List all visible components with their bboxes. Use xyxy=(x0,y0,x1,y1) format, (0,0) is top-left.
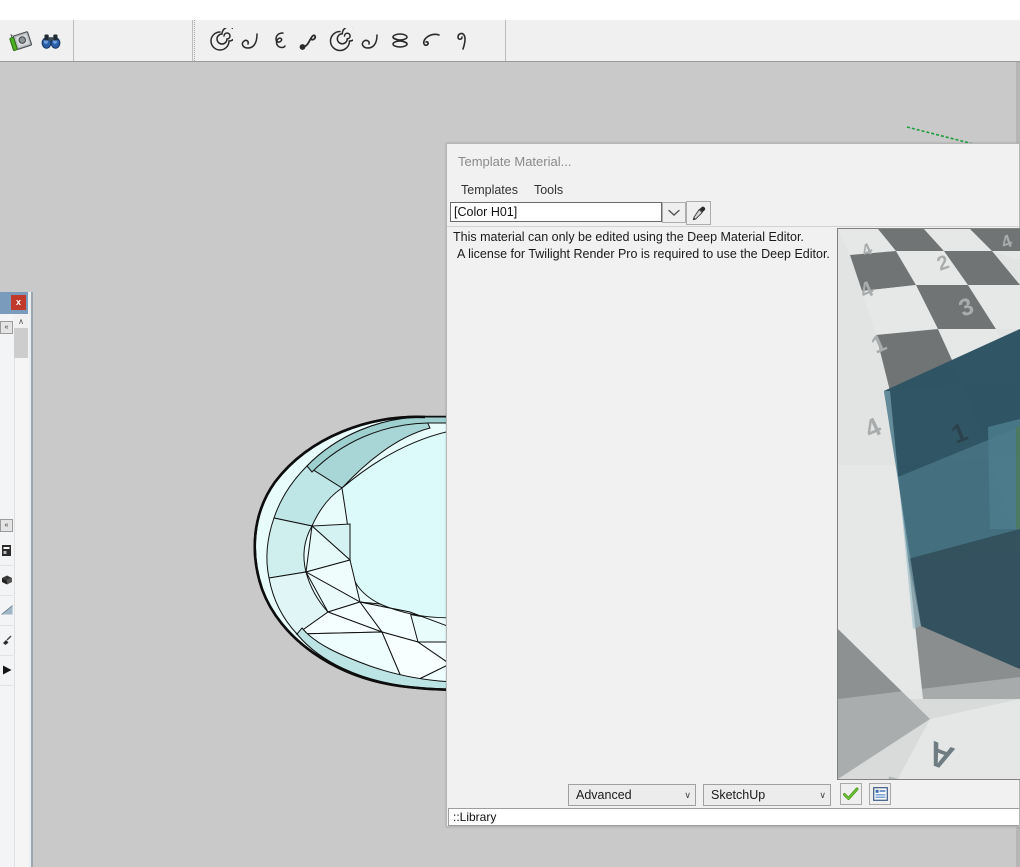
title-area xyxy=(0,0,1020,20)
engine-select-value: SketchUp xyxy=(711,788,766,802)
tray-header: x xyxy=(0,292,28,314)
tray-tool-box-icon[interactable] xyxy=(0,565,13,596)
toolbar-group-curve-tools xyxy=(194,20,506,61)
checkmark-icon xyxy=(843,787,859,800)
eyedropper-button[interactable] xyxy=(686,201,711,225)
curve-hook-icon[interactable] xyxy=(235,26,265,56)
dialog-bottom-bar: Advanced ∨ SketchUp ∨ xyxy=(447,780,1019,810)
tray-tool-play-icon[interactable] xyxy=(0,655,13,686)
scroll-thumb-upper[interactable] xyxy=(14,328,28,358)
toolbar-group-spacer xyxy=(507,20,1020,61)
toolbar-group-render xyxy=(0,20,74,61)
comma-spiral-icon[interactable] xyxy=(445,26,475,56)
template-material-dialog: Template Material... Templates Tools [Co… xyxy=(446,143,1020,827)
eyedropper-icon xyxy=(692,206,706,220)
engine-select[interactable]: SketchUp ∨ xyxy=(703,784,831,806)
tray-collapse-button-middle[interactable]: « xyxy=(0,519,13,532)
material-name-input[interactable] xyxy=(450,202,662,222)
tray-scrollbar[interactable] xyxy=(14,314,29,867)
s-curve-icon[interactable] xyxy=(265,26,295,56)
chevron-down-icon: ∨ xyxy=(684,789,691,800)
helix-icon[interactable] xyxy=(385,26,415,56)
chevron-down-icon xyxy=(668,209,680,216)
material-preview[interactable]: 4 2 4 4 3 1 4 1 A xyxy=(837,228,1020,780)
dialog-status-bar: ::Library xyxy=(448,808,1019,826)
spiral-tight-icon[interactable] xyxy=(325,26,355,56)
material-preview-render: 4 2 4 4 3 1 4 1 A xyxy=(838,229,1020,779)
toolbar-group-empty xyxy=(75,20,193,61)
mode-select-value: Advanced xyxy=(576,788,632,802)
chevron-down-icon: ∨ xyxy=(819,789,826,800)
render-icon[interactable] xyxy=(6,26,36,56)
spiral-icon[interactable] xyxy=(205,26,235,56)
arc-hook-icon[interactable] xyxy=(415,26,445,56)
tray-close-button[interactable]: x xyxy=(11,295,26,310)
left-tray-panel: x ∧ ∧ « « xyxy=(0,292,33,867)
application-window: x ∧ ∧ « « xyxy=(0,0,1020,867)
tray-tool-plane-icon[interactable] xyxy=(0,595,13,626)
dialog-title: Template Material... xyxy=(458,154,572,169)
tendril-icon[interactable] xyxy=(295,26,325,56)
list-icon xyxy=(872,787,888,801)
dialog-divider xyxy=(447,226,1019,227)
message-line-2: A license for Twilight Render Pro is req… xyxy=(457,247,830,261)
tray-tool-texture-icon[interactable] xyxy=(0,535,13,566)
menu-templates[interactable]: Templates xyxy=(453,181,526,199)
menu-tools[interactable]: Tools xyxy=(526,181,571,199)
message-area: This material can only be edited using t… xyxy=(447,228,838,780)
curl-icon[interactable] xyxy=(355,26,385,56)
tray-tool-paint-icon[interactable] xyxy=(0,625,13,656)
material-name-row xyxy=(449,201,1019,225)
message-line-1: This material can only be edited using t… xyxy=(453,230,804,244)
binoculars-icon[interactable] xyxy=(36,26,66,56)
dialog-menubar: Templates Tools xyxy=(447,179,1019,201)
scroll-up-arrow[interactable]: ∧ xyxy=(14,314,28,328)
material-list-button[interactable] xyxy=(869,783,891,805)
material-name-dropdown-button[interactable] xyxy=(662,202,686,223)
tray-collapse-button-top[interactable]: « xyxy=(0,321,13,334)
mode-select[interactable]: Advanced ∨ xyxy=(568,784,696,806)
apply-checkmark-button[interactable] xyxy=(840,783,862,805)
